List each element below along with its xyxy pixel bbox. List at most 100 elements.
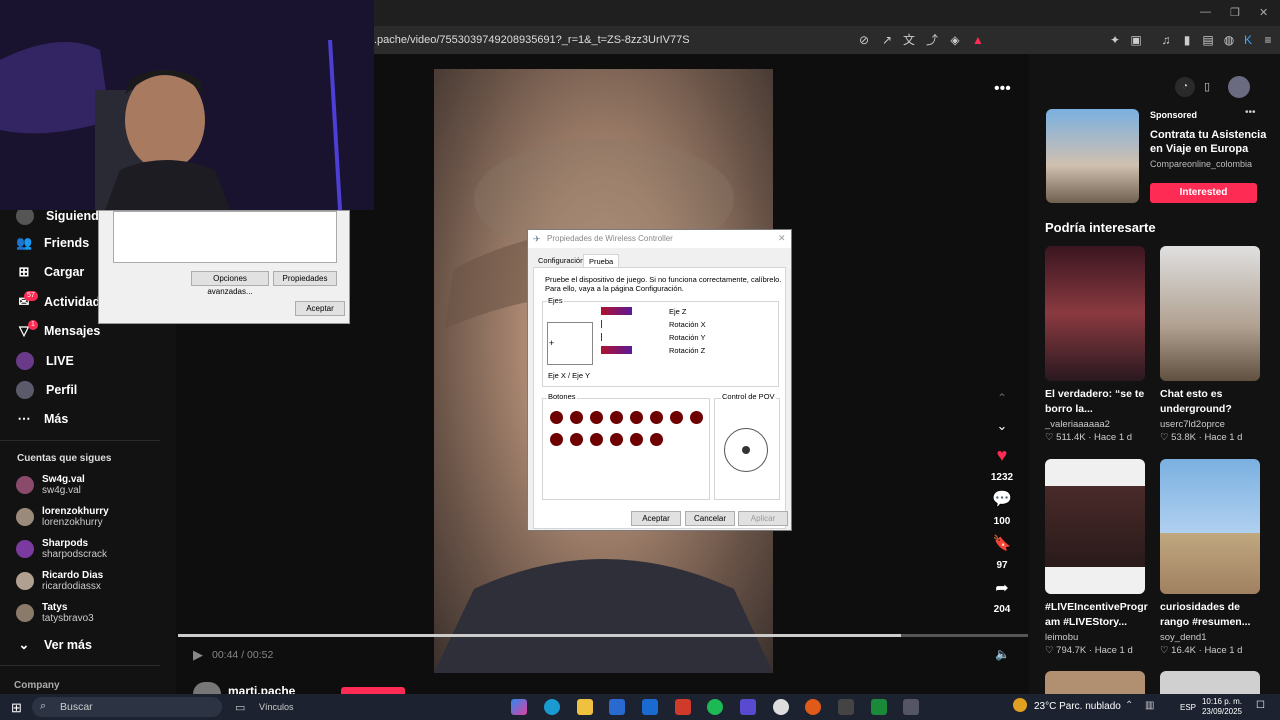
brave-shield-icon[interactable]: ◈ [947,32,963,48]
tray-chevron-icon[interactable]: ⌃ [1125,700,1133,711]
bookmark-icon[interactable]: 🔖 [982,534,1022,552]
ad-more-icon[interactable]: ••• [1245,107,1256,118]
sidebar-item-upload[interactable]: ⊞ Cargar [16,264,85,280]
video-thumbnail[interactable] [1045,459,1145,594]
app-icon[interactable] [871,699,887,715]
next-video-icon[interactable]: ⌄ [982,418,1022,434]
brave-icon[interactable] [675,699,691,715]
clock[interactable]: 10:16 p. m. 23/09/2025 [1200,697,1242,717]
weather-icon[interactable] [1013,698,1027,712]
following-account[interactable]: Ricardo Dias ricardodiassx [16,570,103,592]
sidebar-item-live[interactable]: LIVE [16,352,74,370]
video-thumbnail[interactable] [1160,671,1260,694]
video-user[interactable]: _valeriaaaaaa2 [1045,419,1110,430]
vpn-icon[interactable]: ◍ [1221,32,1237,48]
profile-extension-icon[interactable]: K [1240,32,1256,48]
ad-thumbnail[interactable] [1046,109,1139,203]
video-thumbnail[interactable] [1045,246,1145,381]
user-avatar[interactable] [1228,76,1250,98]
volume-icon[interactable]: 🔈 [995,647,1010,661]
brave-rewards-icon[interactable]: ▲ [970,32,986,48]
close-icon[interactable]: ✕ [778,233,786,244]
ad-user[interactable]: Compareonline_colombia [1150,159,1252,169]
advanced-options-button[interactable]: Opciones avanzadas... [191,271,269,296]
accept-button[interactable]: Aceptar [295,301,345,316]
following-account[interactable]: Sw4g.val sw4g.val [16,474,85,496]
file-explorer-icon[interactable] [577,699,593,715]
no-tracking-icon[interactable]: ⊘ [856,32,872,48]
sidebar-item-more[interactable]: ⋯ Más [16,411,69,427]
video-user[interactable]: userc7ld2oprce [1160,419,1225,430]
extensions-icon[interactable]: ✦ [1107,32,1123,48]
apply-button[interactable]: Aplicar [738,511,788,526]
video-title[interactable]: #LIVEIncentiveProgr am #LIVEStory... [1045,600,1148,630]
cancel-button[interactable]: Cancelar [685,511,735,526]
settings-icon[interactable] [838,699,854,715]
company-link[interactable]: Company [14,680,60,691]
media-icon[interactable]: ♫ [1158,32,1174,48]
share-icon[interactable]: ➦ [982,578,1022,598]
comment-icon[interactable]: 💬 [982,489,1022,509]
language-indicator[interactable]: ESP [1180,703,1196,712]
app-icon[interactable] [740,699,756,715]
open-external-icon[interactable]: ↗ [879,32,895,48]
video-thumbnail[interactable] [1045,671,1145,694]
close-window-icon[interactable]: ✕ [1259,6,1268,19]
minimize-icon[interactable]: — [1200,6,1211,18]
following-account[interactable]: lorenzokhurry lorenzokhurry [16,506,109,528]
interested-button[interactable]: Interested [1150,183,1257,203]
video-user[interactable]: soy_dend1 [1160,632,1206,643]
copilot-icon[interactable] [511,699,527,715]
taskbar-search[interactable]: ⌕ Buscar [32,697,222,717]
windows-start-icon[interactable]: ⊞ [11,700,22,716]
sidebar-item-friends[interactable]: 👥 Friends [16,235,89,251]
video-title[interactable]: El verdadero: “se te borro la... [1045,387,1144,417]
heart-icon[interactable]: ♥ [982,445,1022,466]
outlook-icon[interactable] [642,699,658,715]
video-progress-bar[interactable] [178,634,1028,637]
follow-button[interactable] [341,687,405,694]
video-thumbnail[interactable] [1160,459,1260,594]
wallet-icon[interactable]: ▤ [1200,32,1216,48]
share-icon[interactable]: ⤴ [924,32,940,48]
tab-test[interactable]: Prueba [583,254,620,268]
spotify-icon[interactable] [707,699,723,715]
controller-app-icon[interactable] [903,699,919,715]
links-toolbar[interactable]: Vínculos [259,702,294,712]
controller-list[interactable] [113,211,337,263]
video-title[interactable]: curiosidades de rango #resumen... [1160,600,1250,630]
friends-icon: 👥 [16,235,33,250]
url-text[interactable]: .pache/video/7553039749208935691?_r=1&_t… [374,34,690,46]
sidebar-item-profile[interactable]: Perfil [16,381,77,399]
explore-icon[interactable]: ◔ [1175,77,1195,97]
edge-icon[interactable] [544,699,560,715]
properties-button[interactable]: Propiedades [273,271,337,286]
app-icon[interactable] [805,699,821,715]
more-options-icon[interactable]: ••• [994,80,1011,98]
play-icon[interactable]: ▶ [193,647,203,663]
tab-configuration[interactable]: Configuración [533,254,589,268]
menu-icon[interactable]: ≡ [1260,32,1276,48]
following-account[interactable]: Tatys tatysbravo3 [16,602,94,624]
notifications-icon[interactable]: ☐ [1256,700,1265,711]
screenshot-icon[interactable]: ▣ [1128,32,1144,48]
obs-icon[interactable] [773,699,789,715]
see-more-button[interactable]: ⌄ Ver más [16,637,92,653]
sidebar-toggle-icon[interactable]: ▮ [1179,32,1195,48]
task-view-icon[interactable]: ▭ [235,701,245,714]
ad-title[interactable]: Contrata tu Asistencia en Viaje en Europ… [1150,128,1266,156]
account-name: Tatys [42,602,68,613]
store-icon[interactable] [609,699,625,715]
video-title[interactable]: Chat esto es underground? [1160,387,1232,417]
network-icon[interactable]: ▥ [1145,700,1154,711]
video-thumbnail[interactable] [1160,246,1260,381]
author-name[interactable]: marti.pache [228,684,295,694]
accept-button[interactable]: Aceptar [631,511,681,526]
translate-icon[interactable]: 文 [901,32,917,48]
previous-video-icon[interactable]: ⌃ [982,391,1022,405]
video-user[interactable]: leimobu [1045,632,1078,643]
restore-icon[interactable]: ❐ [1230,6,1240,19]
weather-text[interactable]: 23°C Parc. nublado [1034,701,1121,712]
phone-icon[interactable]: ▯ [1197,77,1217,97]
following-account[interactable]: Sharpods sharpodscrack [16,538,107,560]
